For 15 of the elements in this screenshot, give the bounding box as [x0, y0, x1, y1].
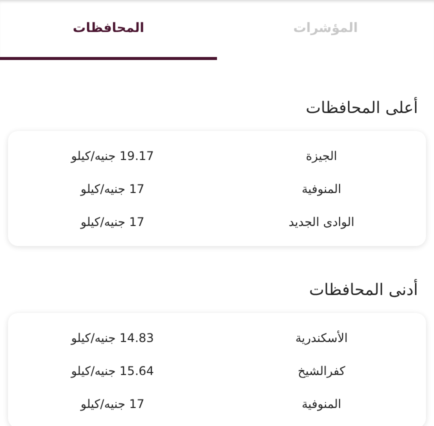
price-value: 17 جنيه/كيلو [79, 396, 146, 410]
province-name: المنوفية [300, 182, 342, 196]
price-value: 15.64 جنيه/كيلو [70, 364, 155, 378]
tab[interactable]: المحافظات [0, 0, 217, 60]
section-title: أعلى المحافظات [304, 96, 419, 119]
section-title: أدنى المحافظات [308, 278, 419, 301]
price-value: 14.83 جنيه/كيلو [70, 330, 155, 344]
province-name: كفرالشيخ [296, 364, 346, 378]
province-name: الوادى الجديد [288, 214, 356, 228]
price-value: 17 جنيه/كيلو [79, 214, 146, 228]
province-name: الأسكندرية [294, 330, 349, 344]
price-value: 17 جنيه/كيلو [79, 182, 146, 196]
price-value: 19.17 جنيه/كيلو [70, 148, 155, 162]
province-name: الجيزة [304, 148, 338, 162]
province-name: المنوفية [300, 396, 342, 410]
